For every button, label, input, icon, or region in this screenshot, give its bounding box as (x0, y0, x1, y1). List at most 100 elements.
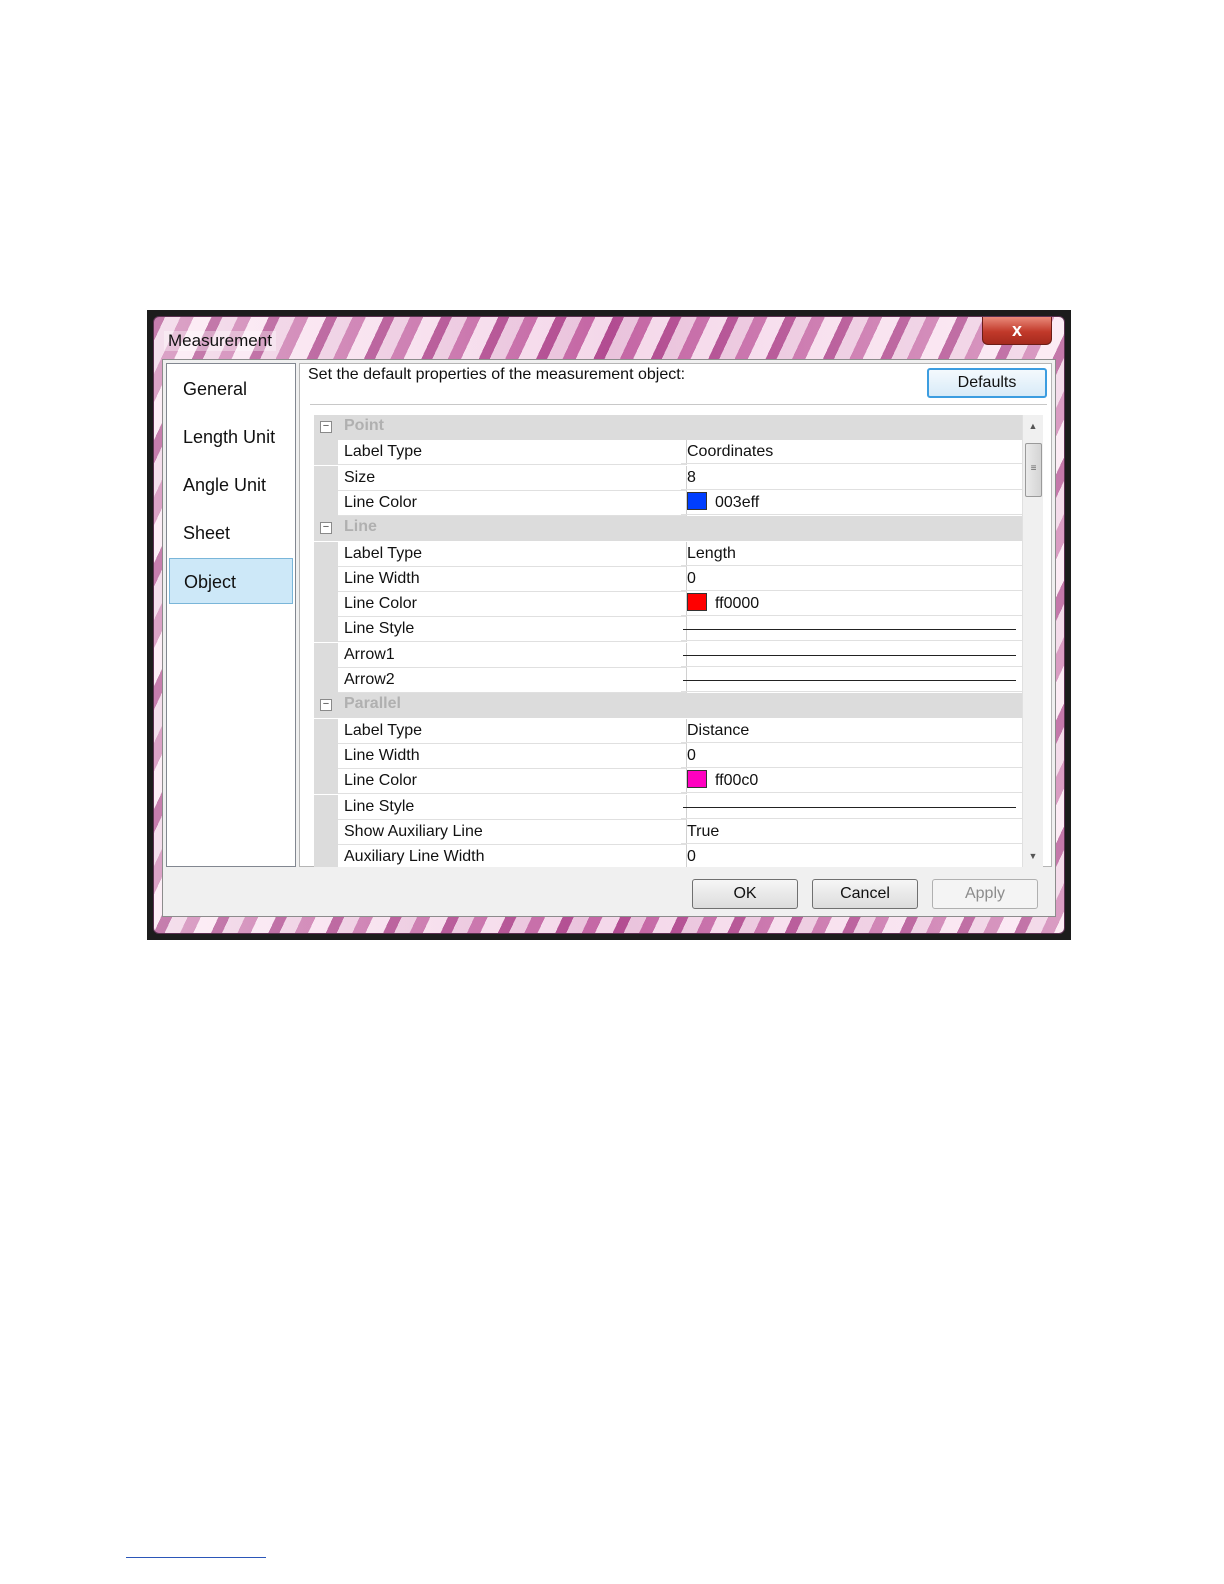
grid-row[interactable]: Line Color ff0000 (314, 592, 1022, 618)
line-style-sample (683, 680, 1016, 681)
row-gutter (314, 668, 338, 693)
row-gutter (314, 642, 338, 668)
property-name: Show Auxiliary Line (338, 819, 687, 845)
scroll-thumb[interactable]: ≡ (1025, 443, 1042, 497)
collapse-icon[interactable]: − (320, 522, 332, 535)
nav-item-angle-unit[interactable]: Angle Unit (169, 462, 293, 508)
object-settings-panel: Set the default properties of the measur… (299, 363, 1052, 867)
property-value[interactable]: True (681, 820, 1022, 844)
grid-row[interactable]: Label Type Length (314, 541, 1022, 567)
grid-row[interactable]: Line Style (314, 617, 1022, 643)
row-gutter (314, 465, 338, 491)
property-value[interactable]: Coordinates (681, 440, 1022, 465)
property-grid-scrollbar[interactable]: ▲ ≡ ▼ (1022, 415, 1043, 867)
dialog-title: Measurement (164, 331, 276, 351)
category-label: Point (344, 417, 384, 434)
category-label: Parallel (344, 695, 401, 713)
defaults-button[interactable]: Defaults (927, 368, 1047, 398)
row-gutter (314, 566, 338, 592)
dialog-client-area: General Length Unit Angle Unit Sheet Object … (162, 359, 1056, 917)
property-name: Label Type (338, 541, 687, 567)
row-gutter (314, 769, 338, 795)
line-style-sample (683, 629, 1016, 631)
nav-item-object[interactable]: Object (169, 558, 293, 604)
collapse-icon[interactable]: − (320, 421, 332, 433)
scroll-up-arrow-icon[interactable]: ▲ (1023, 417, 1043, 435)
property-name: Size (338, 465, 687, 491)
property-value[interactable]: 0 (681, 744, 1022, 768)
property-name: Arrow2 (338, 668, 687, 693)
nav-item-length-unit[interactable]: Length Unit (169, 414, 293, 460)
property-value[interactable] (681, 795, 1022, 819)
property-name: Line Width (338, 566, 687, 592)
category-label: Line (344, 518, 377, 536)
property-value[interactable]: 0 (681, 567, 1022, 591)
property-value[interactable] (681, 617, 1022, 642)
color-value: ff0000 (715, 595, 760, 613)
nav-item-general[interactable]: General (169, 366, 293, 412)
apply-button[interactable]: Apply (932, 879, 1038, 909)
scroll-down-arrow-icon[interactable]: ▼ (1023, 847, 1043, 865)
row-gutter (314, 541, 338, 567)
row-gutter (314, 440, 338, 466)
row-gutter (314, 794, 338, 820)
color-swatch (687, 491, 707, 510)
grid-row[interactable]: Label Type Coordinates (314, 440, 1022, 466)
nav-item-sheet[interactable]: Sheet (169, 510, 293, 556)
row-gutter (314, 743, 338, 769)
grid-category-parallel[interactable]: − Parallel (314, 693, 1022, 719)
property-name: Auxiliary Line Width (338, 845, 687, 867)
grid-row[interactable]: Size 8 (314, 465, 1022, 491)
property-value[interactable]: 0 (681, 845, 1022, 867)
color-swatch (687, 593, 707, 612)
property-value[interactable]: Distance (681, 719, 1022, 743)
grid-row[interactable]: Line Color 003eff (314, 490, 1022, 516)
property-value[interactable] (681, 643, 1022, 667)
property-value[interactable]: ff00c0 (681, 769, 1022, 794)
property-value[interactable]: Length (681, 542, 1022, 566)
grid-row[interactable]: Line Style (314, 794, 1022, 820)
row-gutter (314, 845, 338, 867)
grid-row[interactable]: Line Width 0 (314, 743, 1022, 769)
footer-underline (126, 1557, 266, 1558)
property-name: Label Type (338, 440, 687, 466)
title-bar[interactable]: Measurement x (154, 317, 1064, 357)
line-style-sample (683, 806, 1016, 808)
property-name: Label Type (338, 718, 687, 744)
property-value[interactable] (681, 668, 1022, 692)
cancel-button[interactable]: Cancel (812, 879, 918, 909)
property-value[interactable]: 003eff (681, 491, 1022, 515)
measurement-dialog: Measurement x General Length Unit Angle Un… (153, 316, 1065, 934)
row-gutter (314, 617, 338, 643)
grid-row[interactable]: Line Width 0 (314, 566, 1022, 592)
row-gutter (314, 819, 338, 845)
close-button[interactable]: x (982, 317, 1052, 345)
row-gutter (314, 490, 338, 516)
row-gutter (314, 592, 338, 618)
property-name: Line Style (338, 794, 687, 820)
property-value[interactable]: ff0000 (681, 592, 1022, 617)
grid-row[interactable]: Line Color ff00c0 (314, 769, 1022, 795)
grid-row[interactable]: Arrow2 (314, 668, 1022, 693)
color-value: 003eff (715, 493, 760, 511)
grid-category-point[interactable]: − Point (314, 415, 1022, 440)
property-grid: − Point Label Type Coordinates Size 8 Line Col… (314, 415, 1022, 867)
close-icon: x (1011, 320, 1022, 340)
property-name: Line Style (338, 617, 687, 643)
property-name: Line Color (338, 592, 687, 618)
property-name: Line Color (338, 769, 687, 795)
color-swatch (687, 770, 707, 789)
property-value[interactable]: 8 (681, 466, 1022, 490)
collapse-icon[interactable]: − (320, 699, 332, 712)
panel-description: Set the default properties of the measur… (308, 366, 686, 383)
grid-row[interactable]: Show Auxiliary Line True (314, 819, 1022, 845)
grid-row[interactable]: Arrow1 (314, 642, 1022, 668)
ok-button[interactable]: OK (692, 879, 798, 909)
property-name: Arrow1 (338, 642, 687, 668)
grid-row[interactable]: Auxiliary Line Width 0 (314, 845, 1022, 867)
grid-row[interactable]: Label Type Distance (314, 718, 1022, 744)
grid-category-line[interactable]: − Line (314, 516, 1022, 542)
color-value: ff00c0 (715, 772, 759, 790)
row-gutter (314, 718, 338, 744)
line-style-sample (683, 654, 1016, 656)
